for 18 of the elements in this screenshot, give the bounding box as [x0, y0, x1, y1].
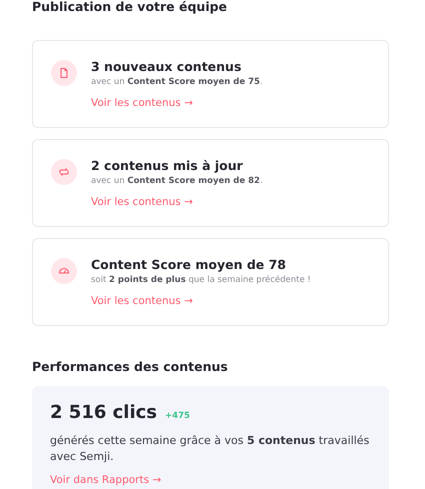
view-contents-link[interactable]: Voir les contenus →: [91, 196, 193, 208]
reports-link[interactable]: Voir dans Rapports →: [50, 474, 162, 486]
card-subtitle: avec un Content Score moyen de 82.: [91, 176, 263, 186]
refresh-icon: [51, 159, 77, 185]
card-subtitle: soit 2 points de plus que la semaine précédente !: [91, 275, 311, 285]
section-title: Publication de votre équipe: [32, 0, 228, 14]
section-title: Performances des contenus: [32, 360, 229, 374]
card-title: 2 contenus mis à jour: [91, 159, 244, 173]
card-title: 3 nouveaux contenus: [91, 60, 242, 74]
performance-text: générés cette semaine grâce à vos 5 contenus travaillés avec Semji.: [50, 433, 370, 465]
view-contents-link[interactable]: Voir les contenus →: [91, 295, 193, 307]
clicks-count: 2 516 clics: [50, 402, 158, 423]
view-contents-link[interactable]: Voir les contenus →: [91, 97, 193, 109]
document-icon: [51, 60, 77, 86]
card-subtitle: avec un Content Score moyen de 75.: [91, 77, 263, 87]
clicks-delta: +475: [165, 411, 190, 421]
card-title: Content Score moyen de 78: [91, 258, 287, 272]
gauge-icon: [51, 258, 77, 284]
